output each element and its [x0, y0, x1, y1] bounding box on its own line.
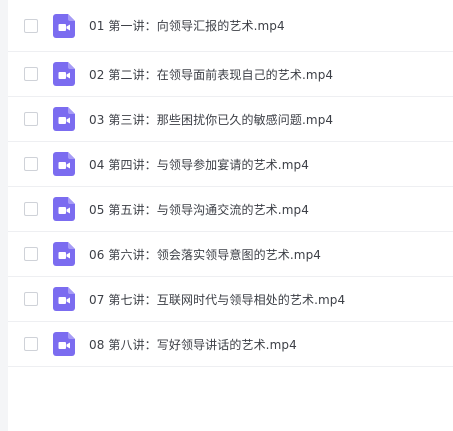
- file-checkbox[interactable]: [24, 202, 38, 216]
- file-name[interactable]: 07 第七讲：互联网时代与领导相处的艺术.mp4: [89, 291, 345, 308]
- video-file-icon: [53, 287, 75, 311]
- file-row[interactable]: 08 第八讲：写好领导讲话的艺术.mp4: [8, 322, 453, 367]
- video-file-icon: [53, 62, 75, 86]
- video-file-icon: [53, 152, 75, 176]
- file-checkbox[interactable]: [24, 247, 38, 261]
- file-row[interactable]: 03 第三讲：那些困扰你已久的敏感问题.mp4: [8, 97, 453, 142]
- file-checkbox[interactable]: [24, 112, 38, 126]
- file-name[interactable]: 08 第八讲：写好领导讲话的艺术.mp4: [89, 336, 297, 353]
- file-list-panel: 01 第一讲：向领导汇报的艺术.mp4 02 第二讲：在领导面前表现自己的艺术.…: [8, 0, 453, 431]
- video-file-icon: [53, 332, 75, 356]
- file-name[interactable]: 01 第一讲：向领导汇报的艺术.mp4: [89, 17, 285, 34]
- file-name[interactable]: 03 第三讲：那些困扰你已久的敏感问题.mp4: [89, 111, 333, 128]
- file-row[interactable]: 05 第五讲：与领导沟通交流的艺术.mp4: [8, 187, 453, 232]
- file-name[interactable]: 04 第四讲：与领导参加宴请的艺术.mp4: [89, 156, 309, 173]
- file-row[interactable]: 04 第四讲：与领导参加宴请的艺术.mp4: [8, 142, 453, 187]
- file-checkbox[interactable]: [24, 67, 38, 81]
- video-file-icon: [53, 107, 75, 131]
- file-list: 01 第一讲：向领导汇报的艺术.mp4 02 第二讲：在领导面前表现自己的艺术.…: [8, 0, 453, 367]
- file-row[interactable]: 02 第二讲：在领导面前表现自己的艺术.mp4: [8, 52, 453, 97]
- file-row[interactable]: 07 第七讲：互联网时代与领导相处的艺术.mp4: [8, 277, 453, 322]
- video-file-icon: [53, 13, 75, 38]
- file-row[interactable]: 06 第六讲：领会落实领导意图的艺术.mp4: [8, 232, 453, 277]
- file-name[interactable]: 06 第六讲：领会落实领导意图的艺术.mp4: [89, 246, 321, 263]
- file-row[interactable]: 01 第一讲：向领导汇报的艺术.mp4: [8, 0, 453, 52]
- file-checkbox[interactable]: [24, 157, 38, 171]
- video-file-icon: [53, 197, 75, 221]
- file-name[interactable]: 02 第二讲：在领导面前表现自己的艺术.mp4: [89, 66, 333, 83]
- file-checkbox[interactable]: [24, 292, 38, 306]
- video-file-icon: [53, 242, 75, 266]
- file-name[interactable]: 05 第五讲：与领导沟通交流的艺术.mp4: [89, 201, 309, 218]
- file-checkbox[interactable]: [24, 18, 38, 33]
- file-checkbox[interactable]: [24, 337, 38, 351]
